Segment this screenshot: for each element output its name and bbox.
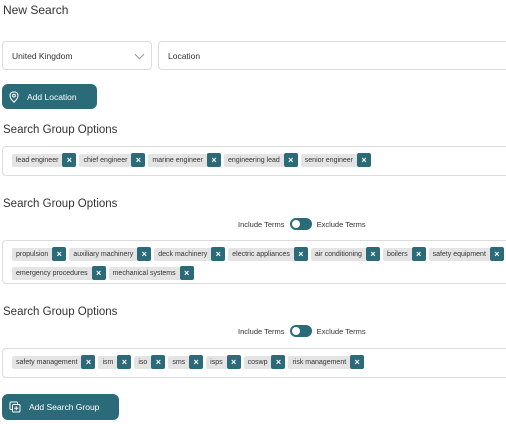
tag-label: iso [134, 355, 152, 369]
add-location-label: Add Location [27, 91, 77, 102]
exclude-terms-label: Exclude Terms [316, 326, 366, 336]
tag-label: electric appliances [228, 247, 294, 261]
tag-remove-button[interactable]: × [357, 153, 372, 167]
tag-label: mechanical systems [108, 266, 180, 280]
add-search-group-label: Add Search Group [29, 402, 100, 412]
search-term-tag: emergency procedures × [12, 266, 106, 280]
tag-remove-button[interactable]: × [207, 153, 222, 167]
tag-remove-button[interactable]: × [81, 355, 96, 369]
tag-label: engineering lead [224, 153, 284, 167]
search-term-tag: chief engineer × [79, 153, 146, 167]
tag-label: safety equipment [428, 247, 490, 261]
search-term-tag: iso × [134, 355, 166, 369]
exclude-terms-label: Exclude Terms [316, 219, 366, 229]
tag-label: auxiliary machinery [69, 247, 138, 261]
search-term-tag: propulsion × [12, 247, 67, 261]
tag-label: marine engineer [148, 153, 208, 167]
tag-label: safety management [12, 355, 82, 369]
group-3-include-exclude-toggle-row: Include Terms Exclude Terms [238, 325, 366, 337]
include-exclude-toggle[interactable] [289, 325, 312, 337]
add-copy-icon [9, 401, 21, 413]
search-term-tag: coswp × [243, 355, 286, 369]
location-pin-icon [9, 90, 19, 103]
search-term-tag: lead engineer × [12, 153, 77, 167]
search-term-tag: air conditioning × [310, 247, 380, 261]
search-term-tag: risk management × [288, 355, 365, 369]
include-terms-label: Include Terms [238, 326, 285, 336]
search-term-tag: auxiliary machinery × [69, 247, 152, 261]
country-select[interactable]: United Kingdom [2, 41, 152, 70]
tag-remove-button[interactable]: × [179, 266, 194, 280]
group-2-include-exclude-toggle-row: Include Terms Exclude Terms [238, 218, 366, 230]
tag-label: risk management [288, 355, 351, 369]
tag-label: lead engineer [12, 153, 63, 167]
tag-remove-button[interactable]: × [293, 247, 308, 261]
tag-label: emergency procedures [12, 266, 92, 280]
tag-remove-button[interactable]: × [350, 355, 365, 369]
tag-remove-button[interactable]: × [131, 153, 146, 167]
search-term-tag: senior engineer × [300, 153, 372, 167]
tag-label: coswp [243, 355, 272, 369]
include-exclude-toggle[interactable] [289, 218, 312, 230]
group-3-tag-box[interactable]: safety management × ism × iso × sms × isps × coswp… [2, 348, 506, 378]
search-term-tag: sms × [168, 355, 204, 369]
tag-label: ism [98, 355, 118, 369]
search-term-tag: marine engineer × [148, 153, 222, 167]
search-term-tag: isps × [206, 355, 241, 369]
toggle-knob [291, 327, 300, 335]
add-location-button[interactable]: Add Location [2, 84, 97, 109]
search-term-tag: safety management × [12, 355, 96, 369]
tag-label: sms [168, 355, 190, 369]
tag-remove-button[interactable]: × [411, 247, 426, 261]
tag-remove-button[interactable]: × [271, 355, 286, 369]
tag-label: isps [206, 355, 227, 369]
search-term-tag: deck machinery × [154, 247, 226, 261]
search-term-tag: safety equipment × [428, 247, 504, 261]
page-title: New Search [3, 3, 69, 17]
tag-remove-button[interactable]: × [226, 355, 241, 369]
tag-remove-button[interactable]: × [151, 355, 166, 369]
location-input[interactable]: Location [158, 41, 506, 70]
search-term-tag: ism × [98, 355, 132, 369]
tag-label: chief engineer [79, 153, 132, 167]
tag-label: air conditioning [310, 247, 366, 261]
tag-remove-button[interactable]: × [189, 355, 204, 369]
tag-label: senior engineer [300, 153, 358, 167]
tag-remove-button[interactable]: × [365, 247, 380, 261]
tag-label: deck machinery [154, 247, 212, 261]
tag-remove-button[interactable]: × [117, 355, 132, 369]
tag-remove-button[interactable]: × [489, 247, 504, 261]
tag-remove-button[interactable]: × [211, 247, 226, 261]
tag-remove-button[interactable]: × [91, 266, 106, 280]
group-2-heading: Search Group Options [3, 198, 118, 210]
group-1-tag-box[interactable]: lead engineer × chief engineer × marine engi… [2, 146, 506, 176]
chevron-down-icon [134, 49, 145, 60]
group-3-heading: Search Group Options [3, 306, 118, 318]
search-term-tag: boilers × [382, 247, 426, 261]
tag-remove-button[interactable]: × [137, 247, 152, 261]
add-search-group-button[interactable]: Add Search Group [2, 394, 119, 420]
tag-remove-button[interactable]: × [62, 153, 77, 167]
tag-remove-button[interactable]: × [52, 247, 67, 261]
search-term-tag: engineering lead × [224, 153, 298, 167]
toggle-knob [291, 220, 300, 228]
search-term-tag: electric appliances × [228, 247, 308, 261]
location-placeholder: Location [168, 50, 201, 61]
group-1-heading: Search Group Options [3, 124, 118, 136]
tag-label: boilers [382, 247, 412, 261]
search-term-tag: mechanical systems × [108, 266, 194, 280]
tag-label: propulsion [12, 247, 53, 261]
group-2-tag-box[interactable]: propulsion × auxiliary machinery × deck mach… [2, 240, 506, 284]
country-select-value: United Kingdom [12, 50, 73, 61]
tag-remove-button[interactable]: × [283, 153, 298, 167]
include-terms-label: Include Terms [238, 219, 285, 229]
